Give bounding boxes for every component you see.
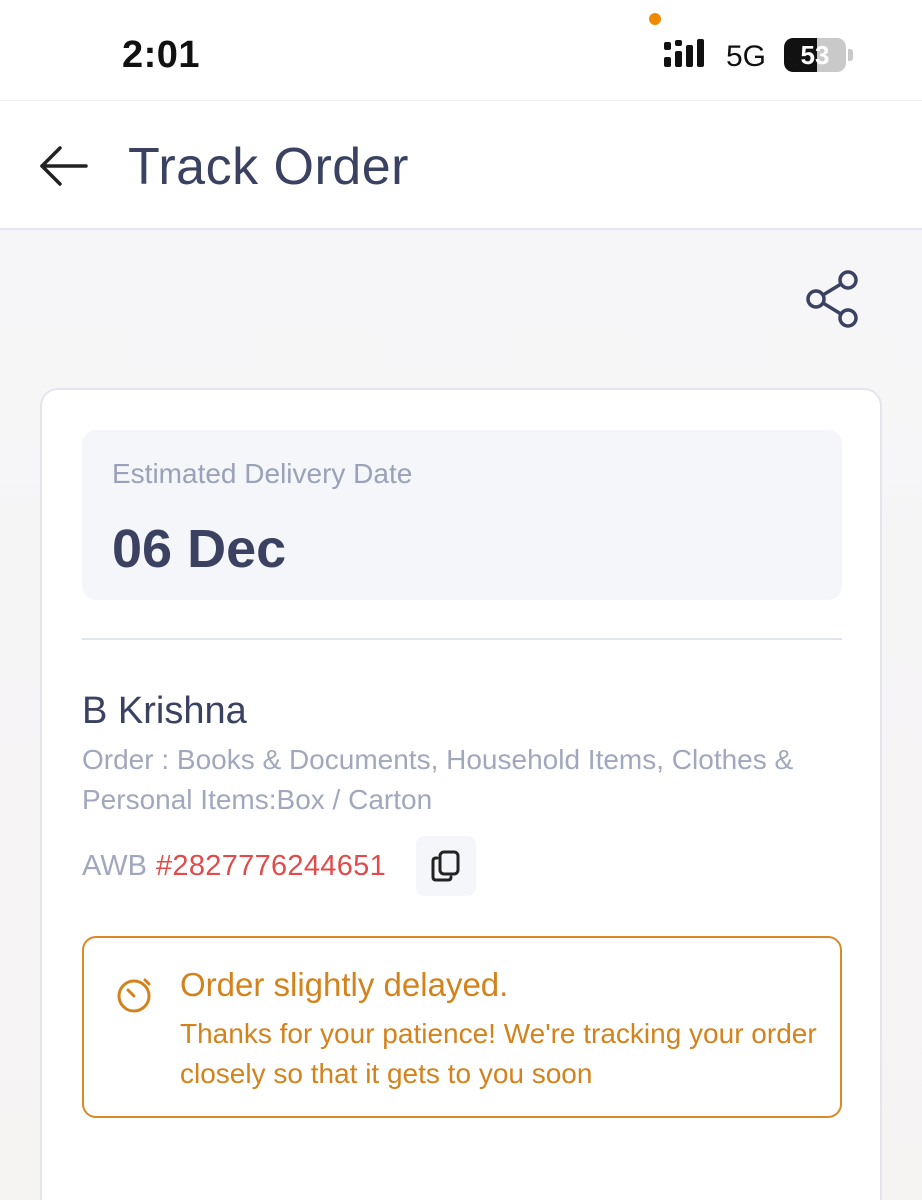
order-items: Order : Books & Documents, Household Ite… — [82, 744, 794, 815]
battery-icon: 53 — [784, 38, 846, 72]
main-content: Estimated Delivery Date 06 Dec B Krishna… — [0, 230, 922, 1200]
alert-message: Thanks for your patience! We're tracking… — [180, 1018, 817, 1089]
customer-name: B Krishna — [82, 690, 247, 732]
app-header: Track Order — [0, 100, 922, 230]
divider — [82, 638, 842, 640]
network-type: 5G — [726, 40, 767, 73]
timer-icon — [117, 978, 151, 1013]
battery-percent: 53 — [800, 40, 830, 70]
share-button[interactable] — [802, 268, 864, 330]
estimated-delivery-label: Estimated Delivery Date — [112, 458, 413, 489]
status-time: 2:01 — [122, 34, 201, 76]
share-icon — [806, 270, 858, 328]
order-card: Estimated Delivery Date 06 Dec B Krishna… — [40, 388, 882, 1200]
battery-tip — [848, 49, 853, 61]
awb-number: #2827776244651 — [156, 850, 386, 882]
copy-awb-button[interactable] — [416, 836, 476, 896]
signal-strength-icon — [664, 39, 704, 67]
estimated-delivery-date: 06 Dec — [112, 519, 287, 579]
delay-alert: Order slightly delayed. Thanks for your … — [82, 936, 842, 1118]
status-bar: 2:01 5G 53 — [0, 0, 922, 100]
copy-icon — [431, 850, 460, 882]
page-title: Track Order — [128, 138, 409, 196]
estimated-delivery-box: Estimated Delivery Date 06 Dec — [82, 430, 842, 600]
back-button[interactable] — [36, 141, 92, 191]
privacy-indicator-dot — [649, 13, 661, 25]
arrow-left-icon — [40, 146, 88, 186]
awb-label: AWB — [82, 850, 147, 882]
alert-title: Order slightly delayed. — [180, 966, 509, 1003]
